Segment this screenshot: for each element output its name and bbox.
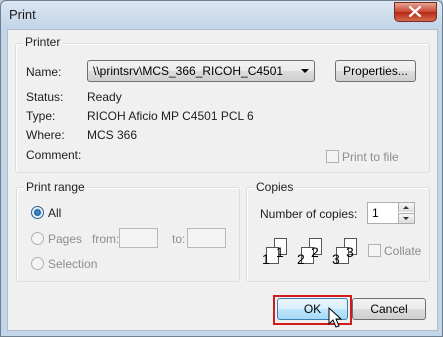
from-page-input[interactable] bbox=[119, 228, 158, 248]
print-to-file-label: Print to file bbox=[342, 150, 399, 164]
close-icon bbox=[409, 6, 421, 17]
collate-num-3b: 3 bbox=[346, 244, 354, 260]
spin-down-icon[interactable] bbox=[398, 213, 414, 223]
selection-label: Selection bbox=[48, 257, 98, 271]
collate-label: Collate bbox=[384, 244, 422, 258]
number-of-copies-value: 1 bbox=[372, 206, 379, 220]
number-of-copies-label: Number of copies: bbox=[260, 207, 358, 221]
collate-num-2a: 2 bbox=[297, 251, 305, 267]
printer-name-value: \\printsrv\MCS_366_RICOH_C4501 bbox=[93, 64, 284, 78]
printer-name-dropdown[interactable]: \\printsrv\MCS_366_RICOH_C4501 bbox=[87, 60, 315, 82]
collate-num-1b: 1 bbox=[276, 244, 284, 260]
to-page-input[interactable] bbox=[187, 228, 226, 248]
collate-num-2b: 2 bbox=[311, 244, 319, 260]
collate-checkbox[interactable] bbox=[368, 244, 381, 257]
where-label: Where: bbox=[26, 128, 65, 142]
pages-radio[interactable] bbox=[31, 232, 44, 245]
collate-pages-icon: 1 1 2 2 3 3 bbox=[260, 235, 360, 269]
status-label: Status: bbox=[26, 90, 64, 104]
print-range-group-label: Print range bbox=[24, 180, 87, 194]
spin-up-icon[interactable] bbox=[398, 203, 414, 212]
window-title: Print bbox=[9, 7, 36, 22]
pages-label: Pages bbox=[48, 232, 83, 246]
type-value: RICOH Aficio MP C4501 PCL 6 bbox=[87, 109, 254, 123]
copies-group-label: Copies bbox=[254, 180, 296, 194]
number-of-copies-spinner[interactable]: 1 bbox=[367, 202, 415, 224]
type-label: Type: bbox=[26, 109, 56, 123]
all-radio[interactable] bbox=[31, 206, 44, 219]
dialog-body: Printer Name: \\printsrv\MCS_366_RICOH_C… bbox=[7, 29, 438, 331]
close-button[interactable] bbox=[394, 2, 437, 22]
print-dialog-window: Print Printer Name: \\printsrv\MCS_366_R… bbox=[0, 0, 443, 337]
selection-radio[interactable] bbox=[31, 257, 44, 270]
printer-group-label: Printer bbox=[23, 35, 63, 49]
where-value: MCS 366 bbox=[87, 128, 138, 142]
from-label: from: bbox=[92, 232, 120, 246]
comment-label: Comment: bbox=[26, 148, 82, 162]
properties-button[interactable]: Properties... bbox=[335, 60, 416, 82]
title-bar[interactable]: Print bbox=[1, 1, 442, 29]
name-label: Name: bbox=[26, 65, 62, 79]
to-label: to: bbox=[172, 232, 186, 246]
collate-num-3a: 3 bbox=[332, 251, 340, 267]
dropdown-arrow-icon bbox=[301, 69, 309, 73]
all-label: All bbox=[48, 206, 62, 220]
cancel-button[interactable]: Cancel bbox=[352, 298, 426, 320]
print-to-file-checkbox[interactable] bbox=[326, 150, 339, 163]
mouse-cursor-icon bbox=[328, 307, 342, 328]
collate-num-1a: 1 bbox=[262, 251, 270, 267]
status-value: Ready bbox=[87, 90, 122, 104]
